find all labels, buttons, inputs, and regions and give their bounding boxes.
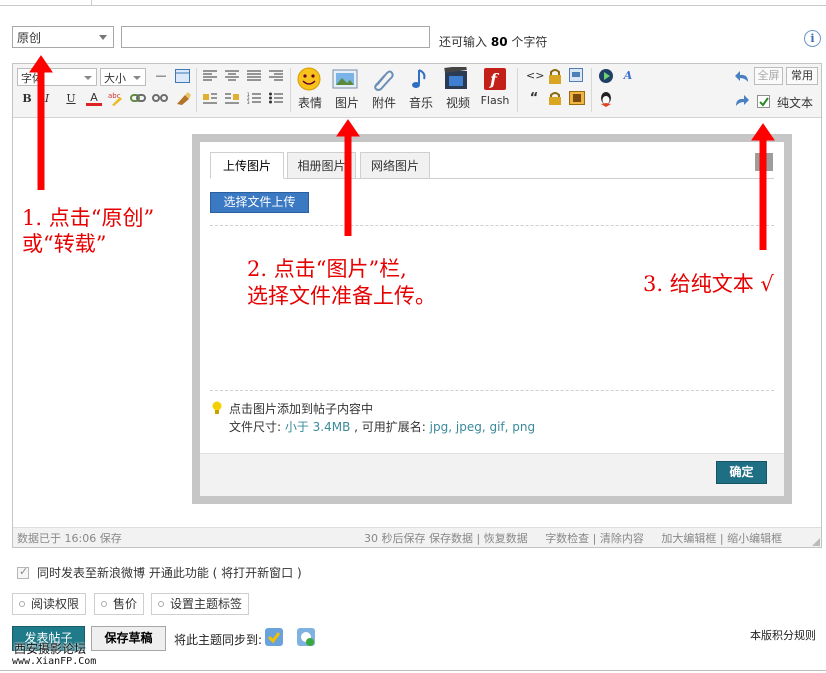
price-button[interactable]: 售价 (94, 593, 145, 615)
annotation-step1-line1: 1. 点击“原创” (22, 206, 155, 230)
weibo-sync-row[interactable]: ✓ 同时发表至新浪微博 开通此功能 ( 将打开新窗口 ) (17, 564, 302, 581)
annotation-step2-line1: 2. 点击“图片”栏, (247, 257, 407, 281)
forum-watermark: 西安摄影论坛 (14, 642, 87, 656)
read-permission-button[interactable]: 阅读权限 (12, 593, 87, 615)
arrow-3-head (751, 123, 775, 141)
price-label: 售价 (113, 597, 138, 611)
weibo-text: 同时发表至新浪微博 开通此功能 ( 将打开新窗口 ) (37, 566, 302, 580)
read-permission-label: 阅读权限 (31, 597, 80, 611)
sync-label: 将此主题同步到: (174, 633, 263, 647)
weibo-checkbox[interactable]: ✓ (17, 565, 29, 579)
board-points-rules-link[interactable]: 本版积分规则 (750, 627, 816, 643)
qzone-sync-icon[interactable] (296, 627, 316, 647)
topic-tags-button[interactable]: 设置主题标签 (151, 593, 250, 615)
checkmark-icon: ✓ (19, 565, 29, 578)
weibo-sync-icon[interactable] (264, 627, 284, 647)
annotation-step1-line2: 或“转载” (22, 232, 107, 256)
forum-watermark-url: www.XianFP.Com (12, 656, 97, 667)
bullet-icon (19, 601, 25, 607)
annotation-step2-line2: 选择文件准备上传。 (247, 284, 436, 308)
bullet-icon (158, 601, 164, 607)
topic-tags-label: 设置主题标签 (170, 597, 243, 611)
bottom-divider (0, 670, 826, 671)
arrow-2-head (336, 119, 360, 137)
save-draft-button[interactable]: 保存草稿 (91, 626, 166, 651)
annotation-step3: 3. 给纯文本 √ (643, 272, 774, 296)
arrow-1-head (29, 55, 53, 73)
bullet-icon (101, 601, 107, 607)
